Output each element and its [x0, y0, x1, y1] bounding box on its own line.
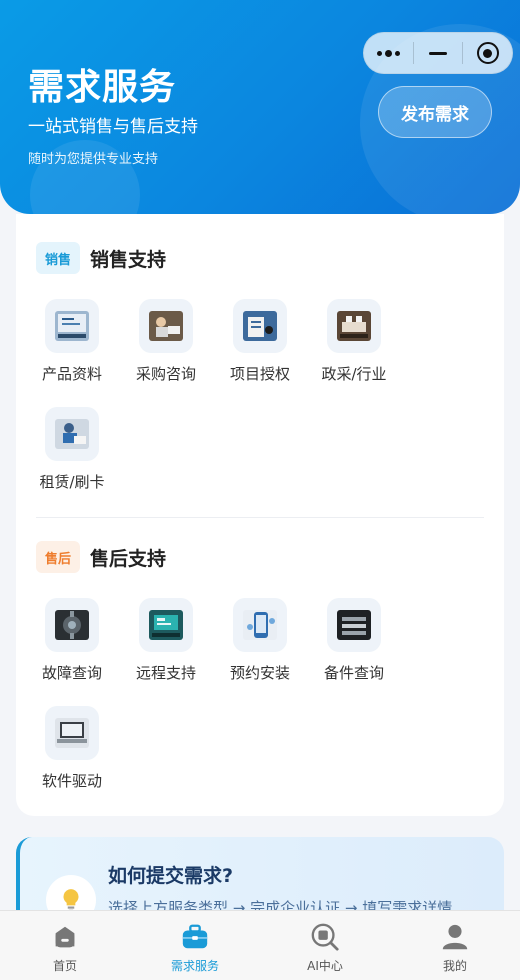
service-item-gov-industry[interactable]: 政采/行业	[314, 299, 394, 384]
services-card: 销售 销售支持 产品资料 采购咨询 项目授权 政采/行业 租赁/刷卡 售后 售后…	[16, 214, 504, 816]
service-item-label: 政采/行业	[321, 365, 387, 383]
service-item-label: 故障查询	[41, 664, 102, 682]
after-sales-tag: 售后	[36, 541, 80, 573]
more-menu-button[interactable]	[364, 33, 413, 73]
after-sales-section-title: 售后支持	[90, 547, 167, 570]
tab-home[interactable]: 首页	[0, 911, 130, 980]
tab-mine[interactable]: 我的	[390, 911, 520, 980]
service-item-label: 采购咨询	[135, 365, 196, 383]
service-item-remote-support[interactable]: 远程支持	[126, 598, 206, 683]
lease-card-thumbnail	[45, 407, 99, 461]
section-divider	[36, 517, 484, 518]
service-item-install-booking[interactable]: 预约安装	[220, 598, 300, 683]
bottom-tab-bar: 首页 需求服务 AI中心 我的	[0, 910, 520, 980]
service-item-project-auth[interactable]: 项目授权	[220, 299, 300, 384]
tab-demand-service[interactable]: 需求服务	[130, 911, 260, 980]
minimize-icon	[429, 51, 447, 55]
service-item-lease-card[interactable]: 租赁/刷卡	[32, 407, 112, 492]
tab-label: AI中心	[307, 959, 343, 973]
after-sales-section-header: 售后 售后支持	[36, 541, 166, 573]
home-icon	[49, 921, 81, 953]
remote-support-thumbnail	[139, 598, 193, 652]
software-driver-thumbnail	[45, 706, 99, 760]
service-item-label: 备件查询	[323, 664, 384, 682]
spare-parts-thumbnail	[327, 598, 381, 652]
service-item-product-docs[interactable]: 产品资料	[32, 299, 112, 384]
close-miniprogram-button[interactable]	[463, 33, 512, 73]
service-item-spare-parts[interactable]: 备件查询	[314, 598, 394, 683]
service-item-label: 远程支持	[135, 664, 196, 682]
page-note: 随时为您提供专业支持	[28, 152, 159, 167]
briefcase-icon	[179, 921, 211, 953]
gov-industry-thumbnail	[327, 299, 381, 353]
tab-label: 我的	[442, 959, 467, 973]
publish-request-button[interactable]: 发布需求	[378, 86, 492, 138]
project-auth-thumbnail	[233, 299, 287, 353]
service-item-label: 预约安装	[229, 664, 290, 682]
service-item-fault-query[interactable]: 故障查询	[32, 598, 112, 683]
more-dots-icon	[376, 49, 400, 57]
service-item-label: 软件驱动	[41, 772, 102, 790]
target-close-icon	[476, 42, 499, 64]
purchase-consult-thumbnail	[139, 299, 193, 353]
service-item-label: 产品资料	[41, 365, 102, 383]
sales-section-title: 销售支持	[90, 248, 167, 271]
profile-icon	[439, 921, 471, 953]
ai-search-icon	[309, 921, 341, 953]
install-booking-thumbnail	[233, 598, 287, 652]
sales-section-header: 销售 销售支持	[36, 242, 166, 274]
service-item-label: 项目授权	[229, 365, 290, 383]
help-title: 如何提交需求?	[108, 865, 234, 887]
minimize-button[interactable]	[414, 33, 463, 73]
tab-ai-center[interactable]: AI中心	[260, 911, 390, 980]
page-title: 需求服务	[28, 67, 177, 108]
tab-label: 需求服务	[170, 959, 219, 973]
page-subtitle: 一站式销售与售后支持	[28, 117, 198, 137]
tab-label: 首页	[52, 959, 77, 973]
product-docs-thumbnail	[45, 299, 99, 353]
service-item-software-driver[interactable]: 软件驱动	[32, 706, 112, 791]
sales-tag: 销售	[36, 242, 80, 274]
service-item-purchase-consult[interactable]: 采购咨询	[126, 299, 206, 384]
fault-query-thumbnail	[45, 598, 99, 652]
miniprogram-capsule	[363, 32, 513, 74]
service-item-label: 租赁/刷卡	[39, 473, 105, 491]
